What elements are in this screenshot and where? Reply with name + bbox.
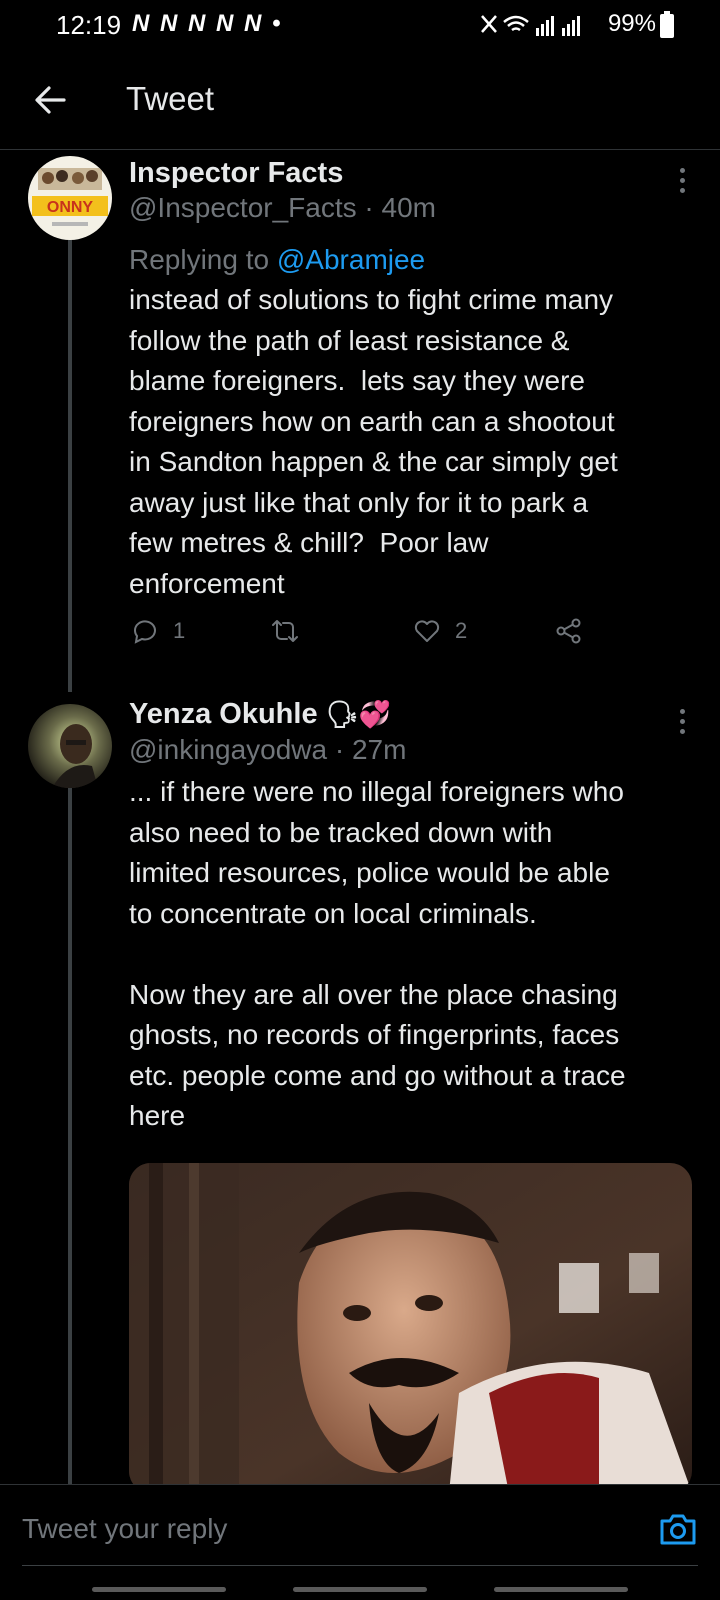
nav-home[interactable]: [293, 1587, 427, 1592]
nav-recents[interactable]: [92, 1587, 226, 1592]
battery-icon: [660, 11, 674, 38]
back-arrow-icon[interactable]: [30, 80, 70, 120]
thread-line: [68, 238, 72, 692]
thread-line: [68, 788, 72, 1484]
reply-icon: [134, 620, 156, 644]
tweet-image[interactable]: [129, 1163, 692, 1493]
more-vertical-icon[interactable]: [678, 168, 686, 196]
like-count: 2: [455, 618, 468, 643]
mention-link[interactable]: @Abramjee: [277, 244, 425, 275]
more-vertical-icon[interactable]: [678, 709, 686, 737]
author-name[interactable]: Inspector Facts: [129, 157, 343, 190]
input-underline: [22, 1565, 698, 1566]
share-icon: [556, 618, 581, 644]
status-time: 12:19: [56, 10, 122, 40]
tweet-text: instead of solutions to fight crime many…: [129, 284, 618, 599]
author-handle[interactable]: @Inspector_Facts · 40m: [129, 192, 436, 224]
tweet-1[interactable]: ONNY Inspector Facts @Inspector_Facts · …: [0, 150, 720, 692]
retweet-button[interactable]: [271, 611, 313, 651]
heart-icon: [414, 620, 440, 642]
reply-count: 1: [173, 618, 186, 643]
svg-text:ONNY: ONNY: [47, 199, 94, 216]
like-button[interactable]: 2: [413, 611, 467, 651]
reply-button[interactable]: 1: [131, 611, 185, 651]
author-name: Yenza Okuhle: [129, 698, 318, 730]
notification-icons: N N N N N •: [132, 10, 283, 37]
author-handle[interactable]: @inkingayodwa · 27m: [129, 734, 406, 766]
status-bar: 12:19 N N N N N • 99%: [0, 0, 720, 52]
tweet-text: ... if there were no illegal foreigners …: [129, 776, 626, 1131]
share-button[interactable]: [555, 611, 597, 651]
author-name-row[interactable]: Yenza Okuhle 🗣💞: [129, 698, 391, 731]
page-title: Tweet: [126, 80, 215, 117]
avatar[interactable]: [28, 704, 112, 788]
nav-back[interactable]: [494, 1587, 628, 1592]
reply-context: Replying to @Abramjee: [129, 240, 689, 281]
battery-percent: 99%: [607, 10, 656, 37]
reply-composer: [0, 1484, 720, 1600]
retweet-icon: [272, 620, 298, 642]
avatar[interactable]: ONNY: [28, 156, 112, 240]
tweet-actions: 1 2: [129, 611, 609, 651]
reply-input[interactable]: [22, 1505, 622, 1553]
top-bar: Tweet: [0, 60, 720, 150]
camera-icon[interactable]: [658, 1511, 698, 1547]
signal-icons: [481, 15, 580, 36]
system-nav-bar: [0, 1585, 720, 1600]
tweet-2[interactable]: Yenza Okuhle 🗣💞 @inkingayodwa · 27m ... …: [0, 690, 720, 1493]
replying-to-label: Replying to: [129, 244, 277, 275]
name-emoji: 🗣💞: [325, 699, 392, 729]
